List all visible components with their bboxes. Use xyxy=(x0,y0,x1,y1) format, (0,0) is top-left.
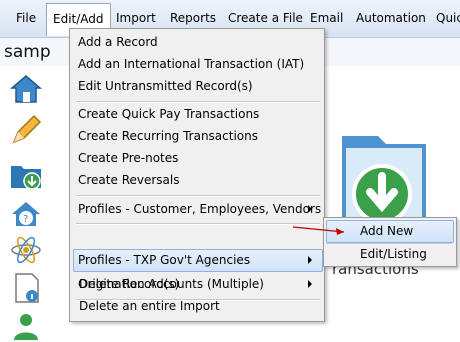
atom-icon[interactable] xyxy=(8,232,44,268)
folder-download-icon[interactable] xyxy=(8,156,44,192)
menu-quick[interactable]: Quic xyxy=(436,0,460,36)
menu-item-delete-records[interactable]: Delete Record(s) xyxy=(79,274,179,294)
submenu-arrow-icon xyxy=(308,205,312,213)
submenu-arrow-icon xyxy=(308,256,312,264)
document-title: samp xyxy=(4,42,51,62)
menu-file[interactable]: File xyxy=(16,0,36,36)
submenu-item-add-new[interactable]: Add New xyxy=(360,221,413,241)
menu-item-add-record[interactable]: Add a Record xyxy=(78,32,158,52)
menu-item-edit-untransmitted[interactable]: Edit Untransmitted Record(s) xyxy=(78,76,253,96)
document-info-icon[interactable] xyxy=(8,270,44,306)
menu-item-quick-pay[interactable]: Create Quick Pay Transactions xyxy=(78,104,259,124)
svg-text:?: ? xyxy=(23,214,28,225)
menu-item-reversals[interactable]: Create Reversals xyxy=(78,170,179,190)
help-icon[interactable]: ? xyxy=(8,194,44,230)
menu-separator xyxy=(76,195,320,197)
menu-separator xyxy=(76,101,320,103)
menu-item-delete-import[interactable]: Delete an entire Import xyxy=(79,296,220,316)
home-icon[interactable] xyxy=(8,70,44,106)
menu-separator xyxy=(76,223,320,225)
menu-item-pre-notes[interactable]: Create Pre-notes xyxy=(78,148,178,168)
txp-profiles-submenu: Add New Edit/Listing xyxy=(323,217,457,267)
submenu-item-edit-listing[interactable]: Edit/Listing xyxy=(360,244,427,264)
menu-item-recurring[interactable]: Create Recurring Transactions xyxy=(78,126,258,146)
submenu-arrow-icon xyxy=(308,280,312,288)
menu-automation[interactable]: Automation xyxy=(356,0,426,36)
pencil-icon[interactable] xyxy=(8,112,44,148)
menu-item-add-iat[interactable]: Add an International Transaction (IAT) xyxy=(78,54,304,74)
menu-item-profiles-customers[interactable]: Profiles - Customer, Employees, Vendors xyxy=(78,199,321,219)
menu-item-profiles-txp[interactable]: Profiles - TXP Gov't Agencies xyxy=(78,250,250,270)
user-icon[interactable] xyxy=(8,306,44,342)
